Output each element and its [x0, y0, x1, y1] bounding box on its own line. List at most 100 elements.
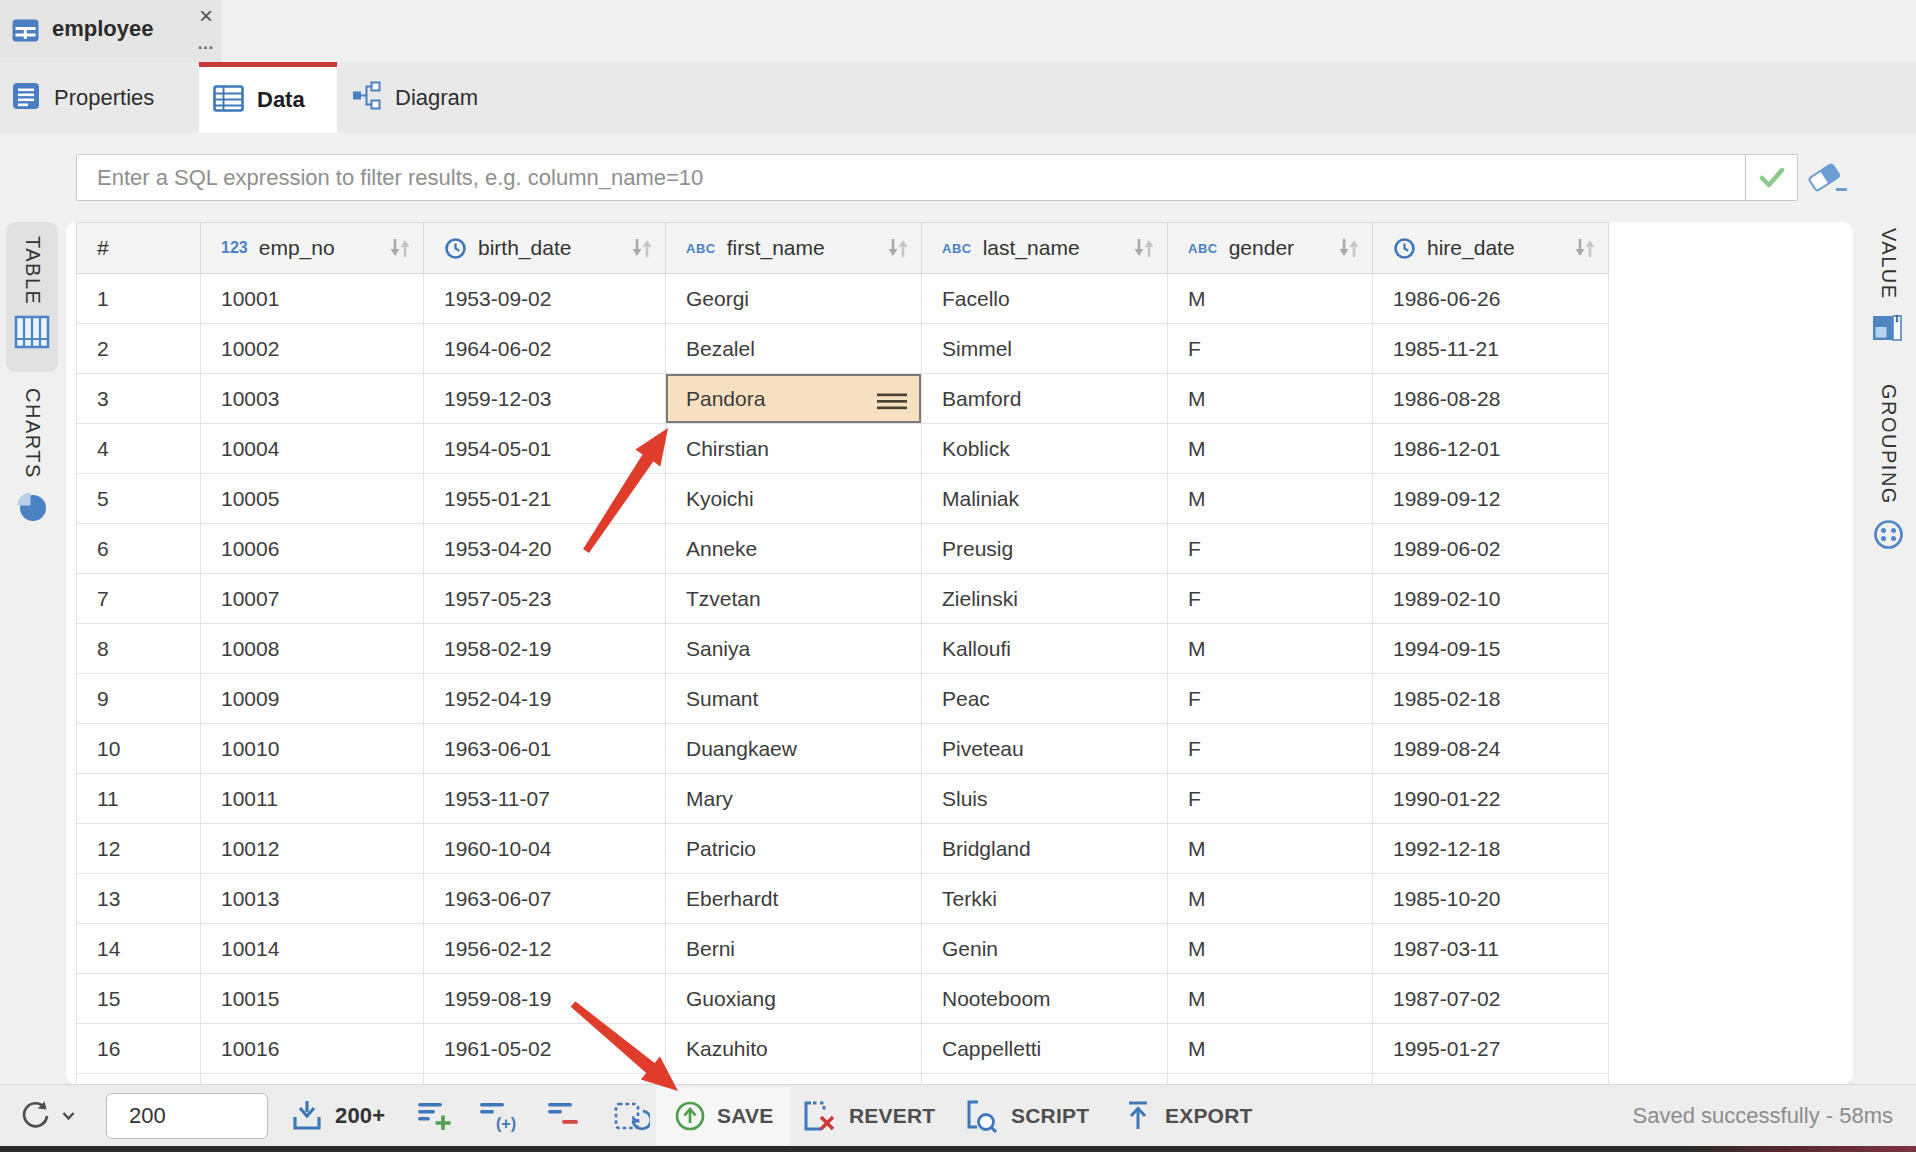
cell-last_name[interactable]: Sluis — [922, 774, 1168, 824]
tab-properties[interactable]: Properties — [0, 62, 199, 133]
add-row-button[interactable] — [416, 1085, 454, 1147]
cell-emp_no[interactable]: 10016 — [201, 1024, 424, 1074]
cell-first_name[interactable]: Bezalel — [666, 324, 922, 374]
tab-diagram[interactable]: Diagram — [337, 62, 563, 133]
cell-last_name[interactable]: Facello — [922, 274, 1168, 324]
sort-icon[interactable] — [1572, 235, 1598, 261]
column-header-hire_date[interactable]: hire_date — [1373, 222, 1609, 274]
row-number[interactable]: 4 — [76, 424, 201, 474]
cell-first_name[interactable]: Anneke — [666, 524, 922, 574]
cell-emp_no[interactable]: 10005 — [201, 474, 424, 524]
cell-first_name[interactable]: Tzvetan — [666, 574, 922, 624]
selected-cell[interactable]: Pandora — [666, 374, 922, 424]
cell-hire_date[interactable]: 1992-12-18 — [1373, 824, 1609, 874]
cell-first_name[interactable]: Eberhardt — [666, 874, 922, 924]
cell-gender[interactable]: F — [1168, 574, 1373, 624]
row-number[interactable]: 11 — [76, 774, 201, 824]
save-button[interactable]: SAVE — [674, 1085, 773, 1147]
sort-icon[interactable] — [387, 235, 413, 261]
cell-emp_no[interactable]: 10008 — [201, 624, 424, 674]
cell-emp_no[interactable]: 10004 — [201, 424, 424, 474]
cell-first_name[interactable]: Sumant — [666, 674, 922, 724]
cell-emp_no[interactable]: 10013 — [201, 874, 424, 924]
row-number[interactable]: 7 — [76, 574, 201, 624]
cell-gender[interactable]: M — [1168, 274, 1373, 324]
cell-last_name[interactable]: Cappelletti — [922, 1024, 1168, 1074]
cell-last_name[interactable]: Bridgland — [922, 824, 1168, 874]
script-button[interactable]: SCRIPT — [962, 1085, 1089, 1147]
cell-last_name[interactable]: Peac — [922, 674, 1168, 724]
cell-gender[interactable]: M — [1168, 874, 1373, 924]
cell-emp_no[interactable]: 10012 — [201, 824, 424, 874]
cell-emp_no[interactable]: 10007 — [201, 574, 424, 624]
cell-gender[interactable]: M — [1168, 824, 1373, 874]
cell-gender[interactable]: F — [1168, 724, 1373, 774]
cell-gender[interactable]: M — [1168, 474, 1373, 524]
cell-birth_date[interactable]: 1954-05-01 — [424, 424, 666, 474]
delete-row-button[interactable] — [546, 1085, 584, 1147]
cell-last_name[interactable]: Bamford — [922, 374, 1168, 424]
cell-menu-icon[interactable] — [877, 391, 907, 415]
row-number[interactable]: 12 — [76, 824, 201, 874]
cell-emp_no[interactable]: 10010 — [201, 724, 424, 774]
row-number[interactable]: 1 — [76, 274, 201, 324]
cell-hire_date[interactable]: 1994-09-15 — [1373, 624, 1609, 674]
column-header-first_name[interactable]: ABCfirst_name — [666, 222, 922, 274]
fetch-size-input[interactable] — [106, 1093, 268, 1139]
close-icon[interactable]: × — [194, 2, 218, 30]
cell-hire_date[interactable]: 1986-08-28 — [1373, 374, 1609, 424]
filter-input[interactable]: Enter a SQL expression to filter results… — [76, 154, 1798, 201]
cell-birth_date[interactable]: 1959-08-19 — [424, 974, 666, 1024]
cell-hire_date[interactable]: 1995-01-27 — [1373, 1024, 1609, 1074]
cell-first_name[interactable]: Chirstian — [666, 424, 922, 474]
cell-last_name[interactable]: Piveteau — [922, 724, 1168, 774]
cell-gender[interactable]: M — [1168, 424, 1373, 474]
cell-hire_date[interactable]: 1985-11-21 — [1373, 324, 1609, 374]
cell-birth_date[interactable]: 1957-05-23 — [424, 574, 666, 624]
cell-hire_date[interactable]: 1990-01-22 — [1373, 774, 1609, 824]
cell-last_name[interactable]: Zielinski — [922, 574, 1168, 624]
cell-birth_date[interactable]: 1955-01-21 — [424, 474, 666, 524]
cell-gender[interactable]: M — [1168, 374, 1373, 424]
panel-tab-value[interactable]: VALUE I — [1862, 228, 1914, 346]
cell-birth_date[interactable]: 1964-06-02 — [424, 324, 666, 374]
cell-emp_no[interactable]: 10009 — [201, 674, 424, 724]
panel-tab-charts[interactable]: CHARTS — [6, 384, 58, 554]
cell-gender[interactable]: F — [1168, 774, 1373, 824]
cell-birth_date[interactable]: 1959-12-03 — [424, 374, 666, 424]
row-number[interactable]: 15 — [76, 974, 201, 1024]
row-number[interactable]: 10 — [76, 724, 201, 774]
revert-button[interactable]: REVERT — [800, 1085, 935, 1147]
overflow-icon[interactable]: … — [194, 34, 218, 54]
sort-icon[interactable] — [1336, 235, 1362, 261]
cell-hire_date[interactable]: 1989-09-12 — [1373, 474, 1609, 524]
row-number[interactable]: 5 — [76, 474, 201, 524]
cell-hire_date[interactable]: 1985-10-20 — [1373, 874, 1609, 924]
cell-birth_date[interactable]: 1953-11-07 — [424, 774, 666, 824]
cell-gender[interactable]: M — [1168, 974, 1373, 1024]
cell-last_name[interactable]: Kalloufi — [922, 624, 1168, 674]
row-number[interactable]: 8 — [76, 624, 201, 674]
refresh-cell-button[interactable] — [612, 1085, 650, 1147]
cell-first_name[interactable]: Saniya — [666, 624, 922, 674]
cell-birth_date[interactable]: 1953-04-20 — [424, 524, 666, 574]
row-number[interactable]: 9 — [76, 674, 201, 724]
editor-tab-employee[interactable]: employee × … — [0, 0, 222, 62]
column-header-last_name[interactable]: ABClast_name — [922, 222, 1168, 274]
cell-last_name[interactable]: Nooteboom — [922, 974, 1168, 1024]
column-header-gender[interactable]: ABCgender — [1168, 222, 1373, 274]
sort-icon[interactable] — [885, 235, 911, 261]
cell-gender[interactable]: F — [1168, 524, 1373, 574]
panel-tab-grouping[interactable]: GROUPING — [1862, 384, 1914, 555]
cell-birth_date[interactable]: 1960-10-04 — [424, 824, 666, 874]
row-number[interactable]: 6 — [76, 524, 201, 574]
cell-gender[interactable]: F — [1168, 674, 1373, 724]
cell-first_name[interactable]: Kyoichi — [666, 474, 922, 524]
cell-first_name[interactable]: Patricio — [666, 824, 922, 874]
cell-birth_date[interactable]: 1963-06-07 — [424, 874, 666, 924]
cell-first_name[interactable]: Kazuhito — [666, 1024, 922, 1074]
cell-gender[interactable]: M — [1168, 624, 1373, 674]
cell-birth_date[interactable]: 1961-05-02 — [424, 1024, 666, 1074]
cell-birth_date[interactable]: 1952-04-19 — [424, 674, 666, 724]
cell-last_name[interactable]: Terkki — [922, 874, 1168, 924]
